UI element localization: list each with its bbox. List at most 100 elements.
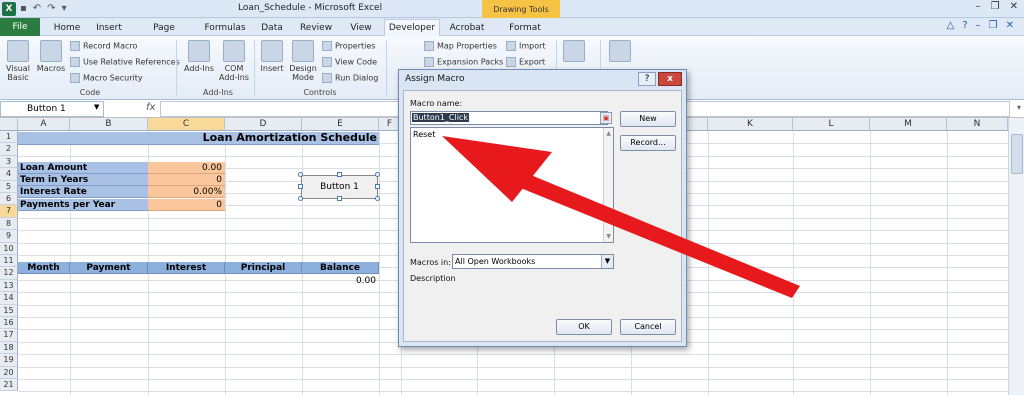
row-header[interactable]: 3 xyxy=(0,155,18,169)
workbook-minimize-icon[interactable]: – xyxy=(976,20,981,31)
input-label[interactable]: Payments per Year xyxy=(18,199,148,211)
row-header[interactable]: 18 xyxy=(0,341,18,355)
select-all-corner[interactable] xyxy=(0,118,18,131)
column-header[interactable]: K xyxy=(708,118,793,131)
tab-format[interactable]: Format xyxy=(502,20,548,36)
workbook-close-icon[interactable]: ✕ xyxy=(1006,20,1014,31)
run-dialog-button[interactable]: Run Dialog xyxy=(322,73,378,83)
row-header[interactable]: 12 xyxy=(0,267,18,280)
row-header[interactable]: 16 xyxy=(0,317,18,330)
map-properties-button[interactable]: Map Properties xyxy=(424,41,497,51)
row-header[interactable]: 13 xyxy=(0,279,18,293)
scroll-down-icon[interactable]: ▼ xyxy=(606,233,611,240)
collapse-dialog-icon[interactable]: ▣ xyxy=(600,112,612,124)
scrollbar-thumb[interactable] xyxy=(1011,134,1023,174)
import-button[interactable]: Import xyxy=(506,41,546,51)
input-label[interactable]: Term in Years xyxy=(18,174,148,186)
document-panel-button[interactable] xyxy=(562,40,586,64)
record-button[interactable]: Record... xyxy=(620,135,676,151)
row-header[interactable]: 9 xyxy=(0,230,18,243)
input-label[interactable]: Interest Rate xyxy=(18,186,148,198)
macros-in-select[interactable]: All Open Workbooks ▼ xyxy=(452,254,614,269)
table-header[interactable]: Interest xyxy=(148,262,225,274)
macro-list[interactable]: Reset ▲ ▼ xyxy=(410,127,614,243)
scroll-up-icon[interactable]: ▲ xyxy=(606,130,611,137)
save-icon[interactable]: ▪ xyxy=(20,3,27,14)
row-header[interactable]: 6 xyxy=(0,193,18,206)
design-mode-button[interactable]: Design Mode xyxy=(288,40,318,82)
tab-view[interactable]: View xyxy=(346,20,376,36)
input-value[interactable]: 0.00 xyxy=(148,162,225,174)
new-button[interactable]: New xyxy=(620,111,676,127)
cancel-button[interactable]: Cancel xyxy=(620,319,676,335)
resize-handle[interactable] xyxy=(337,196,342,201)
minimize-ribbon-icon[interactable]: △ xyxy=(947,20,955,31)
modify-button[interactable] xyxy=(608,40,632,64)
addins-button[interactable]: Add-Ins xyxy=(182,40,216,73)
export-button[interactable]: Export xyxy=(506,57,545,67)
tab-data[interactable]: Data xyxy=(258,20,286,36)
column-header[interactable]: E xyxy=(302,118,379,131)
insert-control-button[interactable]: Insert xyxy=(258,40,286,73)
resize-handle[interactable] xyxy=(298,172,303,177)
column-header[interactable]: A xyxy=(18,118,70,131)
ok-button[interactable]: OK xyxy=(556,319,612,335)
input-value[interactable]: 0 xyxy=(148,199,225,211)
row-header[interactable]: 2 xyxy=(0,143,18,156)
name-box-dropdown-icon[interactable]: ▼ xyxy=(94,103,99,111)
expansion-packs-button[interactable]: Expansion Packs xyxy=(424,57,503,67)
input-value[interactable]: 0.00% xyxy=(148,186,225,198)
resize-handle[interactable] xyxy=(298,184,303,189)
row-header[interactable]: 19 xyxy=(0,354,18,367)
row-header[interactable]: 8 xyxy=(0,217,18,231)
expand-formula-bar-icon[interactable]: ▾ xyxy=(1017,103,1021,112)
tab-developer[interactable]: Developer xyxy=(384,19,440,37)
resize-handle[interactable] xyxy=(337,172,342,177)
table-header[interactable]: Principal xyxy=(225,262,302,274)
insert-function-icon[interactable]: fx xyxy=(146,102,155,113)
row-header[interactable]: 21 xyxy=(0,379,18,392)
workbook-restore-icon[interactable]: ❐ xyxy=(989,20,998,31)
column-header[interactable]: M xyxy=(870,118,947,131)
row-header[interactable]: 7 xyxy=(0,205,18,218)
visual-basic-button[interactable]: Visual Basic xyxy=(4,40,32,82)
help-button[interactable]: ? xyxy=(638,72,656,86)
macro-name-input[interactable]: Button1_Click xyxy=(410,111,608,125)
minimize-icon[interactable]: – xyxy=(976,1,981,12)
column-header[interactable]: B xyxy=(70,118,148,131)
row-header[interactable]: 15 xyxy=(0,304,18,317)
row-header[interactable]: 5 xyxy=(0,180,18,193)
row-header[interactable]: 10 xyxy=(0,242,18,255)
help-icon[interactable]: ? xyxy=(962,20,967,31)
tab-insert[interactable]: Insert xyxy=(92,20,126,36)
macros-button[interactable]: Macros xyxy=(36,40,66,73)
table-header[interactable]: Month xyxy=(18,262,70,274)
row-header[interactable]: 20 xyxy=(0,366,18,379)
name-box[interactable]: Button 1 xyxy=(0,101,104,117)
table-header[interactable]: Payment xyxy=(70,262,148,274)
row-header[interactable]: 14 xyxy=(0,292,18,305)
row-header[interactable]: 1 xyxy=(0,131,18,144)
resize-handle[interactable] xyxy=(375,184,380,189)
view-code-button[interactable]: View Code xyxy=(322,57,377,67)
close-icon[interactable]: ✕ xyxy=(1010,1,1018,12)
column-header[interactable]: D xyxy=(225,118,302,131)
balance-value[interactable]: 0.00 xyxy=(302,275,376,287)
column-header[interactable]: L xyxy=(793,118,870,131)
resize-handle[interactable] xyxy=(375,196,380,201)
resize-handle[interactable] xyxy=(375,172,380,177)
com-addins-button[interactable]: COM Add-Ins xyxy=(218,40,250,82)
relative-references-button[interactable]: Use Relative References xyxy=(70,57,180,67)
record-macro-button[interactable]: Record Macro xyxy=(70,41,137,51)
redo-icon[interactable]: ↷ xyxy=(47,3,55,14)
resize-handle[interactable] xyxy=(298,196,303,201)
tab-file[interactable]: File xyxy=(0,18,40,36)
tab-acrobat[interactable]: Acrobat xyxy=(448,20,486,36)
input-label[interactable]: Loan Amount xyxy=(18,162,148,174)
macro-list-item[interactable]: Reset xyxy=(413,130,611,139)
restore-icon[interactable]: ❐ xyxy=(991,1,1000,12)
row-header[interactable]: 11 xyxy=(0,255,18,268)
vertical-scrollbar[interactable] xyxy=(1008,118,1024,395)
input-value[interactable]: 0 xyxy=(148,174,225,186)
excel-icon[interactable]: X xyxy=(2,2,16,16)
